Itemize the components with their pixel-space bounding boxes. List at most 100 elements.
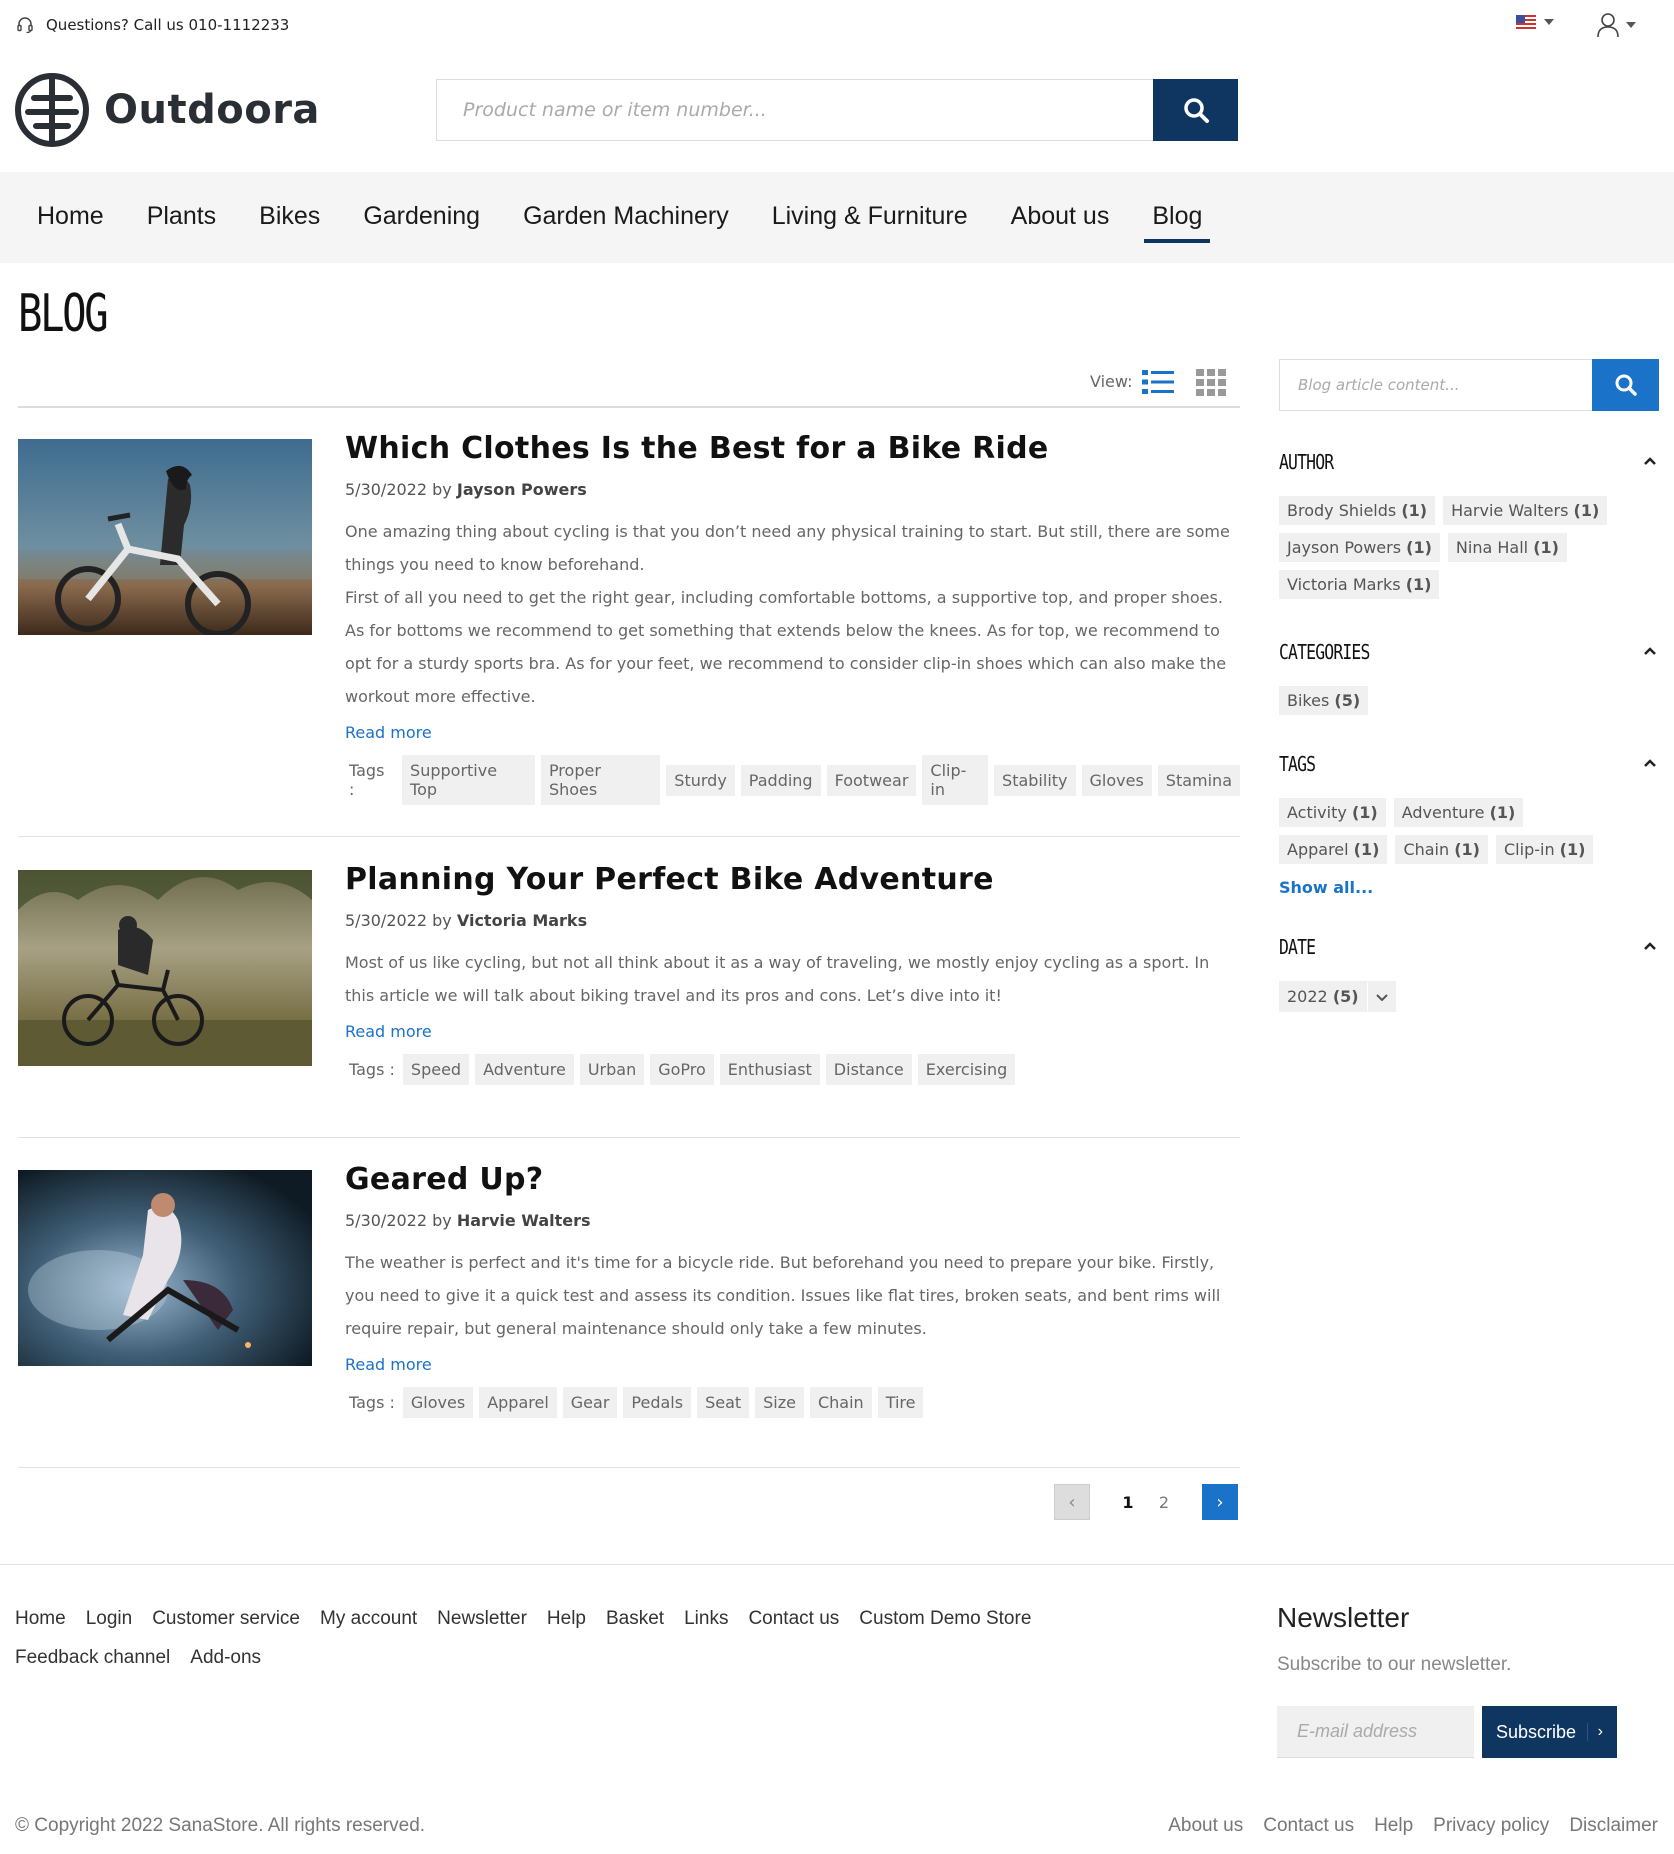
facet-title[interactable]: TAGS <box>1279 752 1591 776</box>
article-title[interactable]: Geared Up? <box>345 1162 1240 1197</box>
facet-chip[interactable]: Apparel (1) <box>1279 835 1388 864</box>
view-label: View: <box>1090 372 1133 391</box>
show-all-tags-link[interactable]: Show all... <box>1279 878 1659 897</box>
bottom-link[interactable]: Help <box>1374 1815 1413 1837</box>
search-button[interactable] <box>1153 79 1238 141</box>
facet-chip[interactable]: Adventure (1) <box>1393 798 1524 827</box>
bottom-link[interactable]: About us <box>1168 1815 1243 1837</box>
tag-chip[interactable]: Clip-in <box>922 755 989 805</box>
tag-chip[interactable]: Sturdy <box>666 764 735 796</box>
footer-link[interactable]: Customer service <box>152 1608 300 1630</box>
blog-search-input[interactable] <box>1279 359 1592 411</box>
read-more-link[interactable]: Read more <box>345 1022 432 1041</box>
chevron-up-icon[interactable] <box>1643 758 1657 768</box>
tag-chip[interactable]: Gloves <box>1081 764 1152 796</box>
article-date: 5/30/2022 <box>345 480 428 499</box>
facet-title[interactable]: CATEGORIES <box>1279 640 1591 664</box>
chevron-up-icon[interactable] <box>1643 941 1657 951</box>
list-view-button[interactable] <box>1142 368 1174 400</box>
tag-chip[interactable]: GoPro <box>650 1054 714 1085</box>
nav-item-about-us[interactable]: About us <box>1011 202 1110 239</box>
facet-chip[interactable]: Jayson Powers (1) <box>1279 533 1440 562</box>
chevron-up-icon[interactable] <box>1643 646 1657 656</box>
tag-chip[interactable]: Exercising <box>917 1054 1016 1085</box>
article-image[interactable] <box>18 1170 312 1366</box>
facet-chip[interactable]: Victoria Marks (1) <box>1279 570 1440 599</box>
language-selector[interactable] <box>1516 15 1554 29</box>
tag-chip[interactable]: Chain <box>809 1387 872 1418</box>
tag-chip[interactable]: Gear <box>562 1387 618 1418</box>
tag-chip[interactable]: Apparel <box>479 1387 557 1418</box>
bottom-link[interactable]: Privacy policy <box>1433 1815 1549 1837</box>
tag-chip[interactable]: Speed <box>402 1054 470 1085</box>
tag-chip[interactable]: Urban <box>579 1054 645 1085</box>
logo-text: Outdoora <box>104 87 320 133</box>
tag-chip[interactable]: Proper Shoes <box>540 755 661 805</box>
facet-chip[interactable]: Activity (1) <box>1279 798 1386 827</box>
facet-title[interactable]: AUTHOR <box>1279 450 1591 474</box>
facet-chip[interactable]: Brody Shields (1) <box>1279 496 1436 525</box>
footer-link[interactable]: My account <box>320 1608 417 1630</box>
list-view-icon <box>1142 370 1174 394</box>
tag-chip[interactable]: Tire <box>877 1387 924 1418</box>
footer-link[interactable]: Login <box>86 1608 133 1630</box>
read-more-link[interactable]: Read more <box>345 723 432 742</box>
footer-link[interactable]: Basket <box>606 1608 664 1630</box>
nav-item-bikes[interactable]: Bikes <box>259 202 320 239</box>
tree-logo-icon <box>15 73 89 147</box>
date-expand-toggle[interactable] <box>1368 981 1396 1012</box>
tag-chip[interactable]: Supportive Top <box>402 755 535 805</box>
facet-chip[interactable]: Clip-in (1) <box>1496 835 1594 864</box>
tag-chip[interactable]: Adventure <box>475 1054 574 1085</box>
footer-link[interactable]: Custom Demo Store <box>859 1608 1031 1630</box>
tag-chip[interactable]: Size <box>755 1387 804 1418</box>
facet-title[interactable]: DATE <box>1279 935 1591 959</box>
nav-item-blog[interactable]: Blog <box>1144 202 1211 243</box>
blog-search-button[interactable] <box>1592 359 1659 411</box>
tag-chip[interactable]: Stamina <box>1157 764 1240 796</box>
article-title[interactable]: Planning Your Perfect Bike Adventure <box>345 862 1240 897</box>
facet-chip[interactable]: Bikes (5) <box>1279 686 1369 715</box>
nav-item-living-furniture[interactable]: Living & Furniture <box>772 202 968 239</box>
logo[interactable]: Outdoora <box>14 72 320 148</box>
facet-chip[interactable]: Chain (1) <box>1395 835 1488 864</box>
account-menu[interactable] <box>1596 12 1636 38</box>
read-more-link[interactable]: Read more <box>345 1355 432 1374</box>
tag-chip[interactable]: Footwear <box>826 764 917 796</box>
tag-chip[interactable]: Enthusiast <box>719 1054 820 1085</box>
product-search-input[interactable] <box>436 79 1153 141</box>
article-title[interactable]: Which Clothes Is the Best for a Bike Rid… <box>345 431 1240 466</box>
nav-item-garden-machinery[interactable]: Garden Machinery <box>523 202 729 239</box>
article-image[interactable] <box>18 870 312 1066</box>
footer-link[interactable]: Add-ons <box>190 1647 261 1669</box>
nav-item-gardening[interactable]: Gardening <box>363 202 480 239</box>
footer-link[interactable]: Home <box>15 1608 66 1630</box>
tag-chip[interactable]: Distance <box>825 1054 912 1085</box>
footer-link[interactable]: Help <box>547 1608 586 1630</box>
footer-link[interactable]: Contact us <box>748 1608 839 1630</box>
facet-chip[interactable]: Nina Hall (1) <box>1447 533 1567 562</box>
facet-author: AUTHOR Brody Shields (1) Harvie Walters … <box>1279 450 1659 599</box>
facet-chip[interactable]: Harvie Walters (1) <box>1443 496 1608 525</box>
bottom-link[interactable]: Disclaimer <box>1569 1815 1658 1837</box>
chevron-up-icon[interactable] <box>1643 456 1657 466</box>
page-number[interactable]: 2 <box>1146 1493 1182 1512</box>
date-chip-value[interactable]: 2022 (5) <box>1279 982 1368 1011</box>
email-field[interactable] <box>1277 1706 1474 1758</box>
footer-link[interactable]: Feedback channel <box>15 1647 170 1669</box>
nav-item-home[interactable]: Home <box>37 202 104 239</box>
tag-chip[interactable]: Seat <box>697 1387 750 1418</box>
tag-chip[interactable]: Padding <box>740 764 821 796</box>
bottom-link[interactable]: Contact us <box>1263 1815 1354 1837</box>
grid-view-button[interactable] <box>1196 368 1226 400</box>
tag-chip[interactable]: Pedals <box>623 1387 692 1418</box>
footer-link[interactable]: Newsletter <box>437 1608 527 1630</box>
article-image[interactable] <box>18 439 312 635</box>
tag-chip[interactable]: Gloves <box>402 1387 474 1418</box>
next-page-button[interactable]: › <box>1202 1484 1238 1520</box>
prev-page-button[interactable]: ‹ <box>1054 1484 1090 1520</box>
footer-link[interactable]: Links <box>684 1608 728 1630</box>
tag-chip[interactable]: Stability <box>994 764 1076 796</box>
nav-item-plants[interactable]: Plants <box>147 202 216 239</box>
subscribe-button[interactable]: Subscribe › <box>1482 1706 1617 1758</box>
